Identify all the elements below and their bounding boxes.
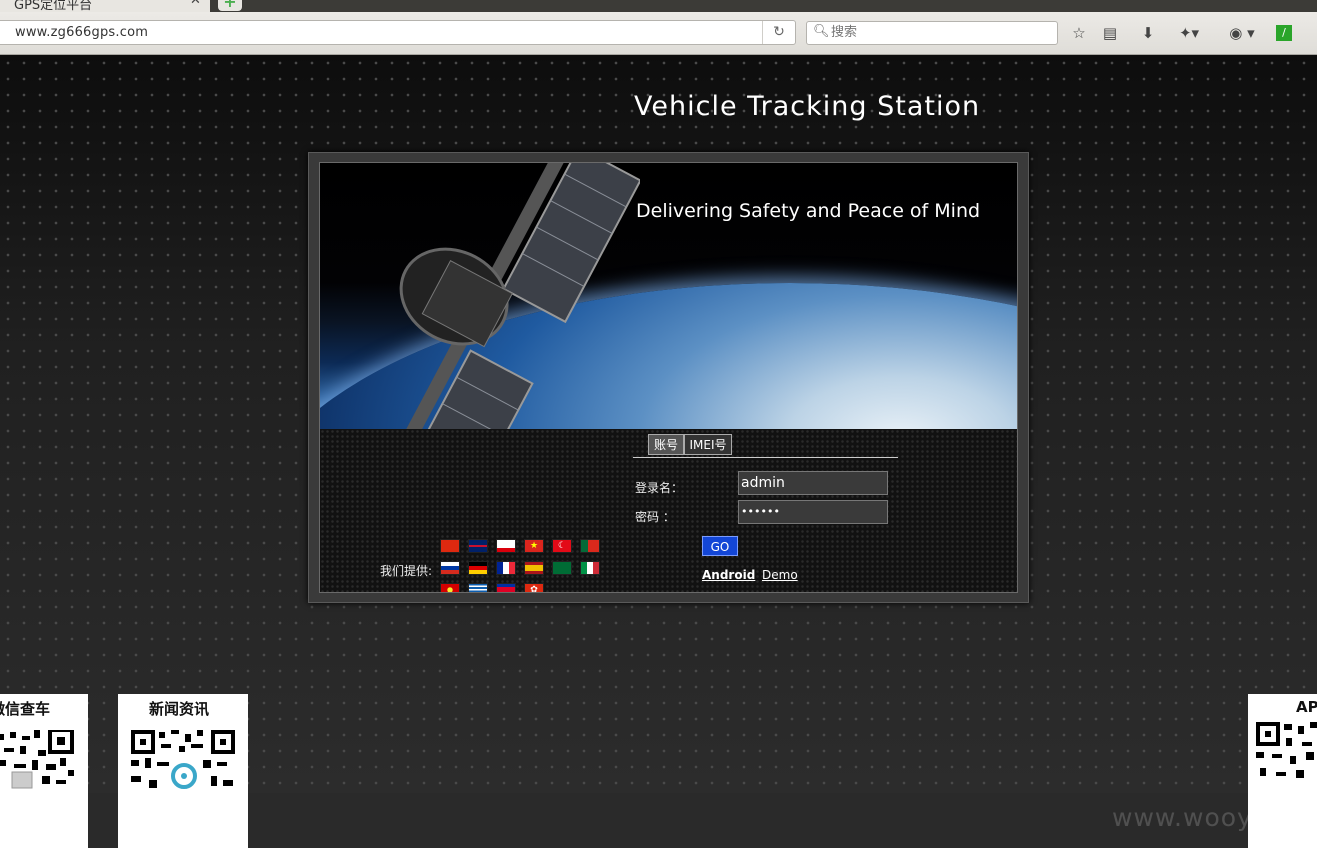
globe-menu-icon[interactable]: ◉ ▾: [1222, 24, 1262, 42]
extension-icon[interactable]: ✦▾: [1172, 24, 1206, 42]
satellite-graphic: [368, 163, 640, 429]
password-label: 密码 ：: [635, 510, 675, 524]
wechat-qr-code-icon[interactable]: [0, 730, 78, 790]
flag-france-icon[interactable]: [496, 561, 516, 575]
page-background: Vehicle Tracking Station Delivering Safe…: [0, 55, 1317, 848]
password-field[interactable]: ••••••: [738, 500, 888, 524]
flag-china-icon[interactable]: [440, 539, 460, 553]
downloads-icon[interactable]: ⬇: [1137, 24, 1159, 42]
flag-turkey-icon[interactable]: ☾: [552, 539, 572, 553]
banner-image: Delivering Safety and Peace of Mind: [320, 163, 1017, 429]
username-label: 登录名：: [635, 481, 684, 495]
news-qr-card: 新闻资讯: [118, 694, 248, 848]
tab-imei[interactable]: IMEI号: [684, 434, 732, 455]
navigation-toolbar: www.zg666gps.com ↻ 🔍︎ ☆ ▤ ⬇ ✦▾ ◉ ▾ /: [0, 12, 1317, 55]
username-field[interactable]: admin: [738, 471, 888, 495]
search-icon: 🔍︎: [813, 24, 830, 39]
new-tab-icon[interactable]: +: [218, 0, 242, 11]
wechat-qr-card: 微信查车: [0, 694, 88, 848]
url-text[interactable]: www.zg666gps.com: [15, 25, 148, 40]
close-tab-icon[interactable]: ✕: [190, 0, 201, 8]
app-qr-title: AP: [1296, 698, 1317, 716]
wechat-qr-title: 微信查车: [0, 700, 51, 718]
languages-label: 我们提供:: [380, 564, 433, 578]
flag-saudi-arabia-icon[interactable]: [552, 561, 572, 575]
reading-list-icon[interactable]: ▤: [1099, 24, 1121, 42]
flag-spain-icon[interactable]: [524, 561, 544, 575]
news-qr-code-icon[interactable]: [131, 730, 237, 792]
news-qr-title: 新闻资讯: [149, 700, 210, 718]
watermark: www.wooyun.org: [1112, 803, 1317, 832]
flag-cambodia-icon[interactable]: [496, 583, 516, 592]
flag-germany-icon[interactable]: [468, 561, 488, 575]
search-bar[interactable]: 🔍︎: [806, 21, 1058, 45]
login-frame: Delivering Safety and Peace of Mind 账号 I…: [308, 152, 1029, 603]
flag-greece-icon[interactable]: [468, 583, 488, 592]
tab-account[interactable]: 账号: [648, 434, 684, 455]
tagline: Delivering Safety and Peace of Mind: [636, 200, 981, 222]
search-input[interactable]: [829, 24, 1053, 41]
flag-macedonia-icon[interactable]: [440, 583, 460, 592]
flag-vietnam-icon[interactable]: ★: [524, 539, 544, 553]
flag-gibraltar-icon[interactable]: [496, 539, 516, 553]
reload-icon[interactable]: ↻: [762, 21, 795, 44]
addon-icon[interactable]: /: [1276, 25, 1292, 41]
tab-strip: GPS定位平台 ✕ +: [0, 0, 1317, 13]
login-form-area: 账号 IMEI号 登录名： admin 密码 ： •••••• GO Andro…: [320, 429, 1017, 592]
flag-hong-kong-icon[interactable]: ✿: [524, 583, 544, 592]
browser-tab[interactable]: GPS定位平台 ✕: [0, 0, 210, 13]
page-title: Vehicle Tracking Station: [634, 91, 981, 122]
flag-russia-icon[interactable]: [440, 561, 460, 575]
bookmark-star-icon[interactable]: ☆: [1068, 24, 1090, 42]
android-link[interactable]: Android: [702, 568, 755, 582]
demo-link[interactable]: Demo: [762, 568, 798, 582]
flag-italy-icon[interactable]: [580, 561, 600, 575]
flag-portugal-icon[interactable]: [580, 539, 600, 553]
login-tabs: 账号 IMEI号: [633, 434, 898, 458]
flag-uk-icon[interactable]: [468, 539, 488, 553]
address-bar[interactable]: www.zg666gps.com ↻: [0, 20, 796, 45]
app-qr-code-icon[interactable]: [1256, 722, 1317, 792]
login-panel: Delivering Safety and Peace of Mind 账号 I…: [319, 162, 1018, 593]
go-button[interactable]: GO: [702, 536, 738, 556]
